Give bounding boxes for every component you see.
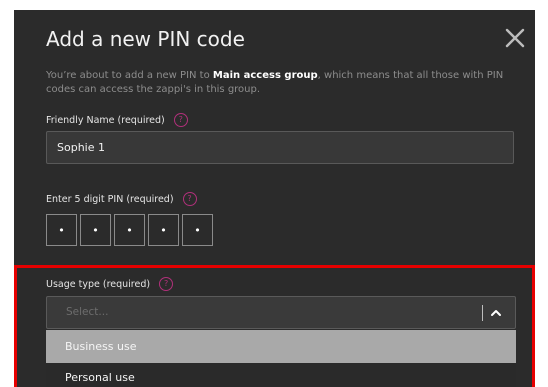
usage-type-label: Usage type (required) ? bbox=[46, 277, 174, 291]
pin-digit-2[interactable]: • bbox=[80, 214, 111, 246]
chevron-up-icon[interactable] bbox=[490, 308, 502, 318]
help-icon[interactable]: ? bbox=[182, 192, 197, 206]
option-personal-use[interactable]: Personal use bbox=[46, 363, 516, 387]
pin-digit-4[interactable]: • bbox=[148, 214, 179, 246]
pin-input-group: • • • • • bbox=[46, 214, 213, 246]
friendly-name-label: Friendly Name (required) ? bbox=[46, 113, 188, 127]
friendly-name-input[interactable] bbox=[46, 131, 514, 164]
close-icon[interactable] bbox=[503, 26, 527, 50]
dialog-title: Add a new PIN code bbox=[46, 27, 245, 51]
select-separator bbox=[482, 305, 483, 321]
help-icon[interactable]: ? bbox=[173, 113, 188, 127]
pin-label: Enter 5 digit PIN (required) ? bbox=[46, 192, 197, 206]
help-icon[interactable]: ? bbox=[159, 277, 174, 291]
pin-digit-3[interactable]: • bbox=[114, 214, 145, 246]
pin-digit-1[interactable]: • bbox=[46, 214, 77, 246]
select-placeholder: Select... bbox=[66, 306, 109, 318]
usage-type-select[interactable]: Select... bbox=[46, 296, 516, 329]
dialog-description: You’re about to add a new PIN to Main ac… bbox=[46, 70, 504, 95]
add-pin-dialog: Add a new PIN code You’re about to add a… bbox=[14, 10, 535, 387]
pin-digit-5[interactable]: • bbox=[182, 214, 213, 246]
access-group-name: Main access group bbox=[212, 70, 318, 81]
option-business-use[interactable]: Business use bbox=[46, 330, 516, 363]
